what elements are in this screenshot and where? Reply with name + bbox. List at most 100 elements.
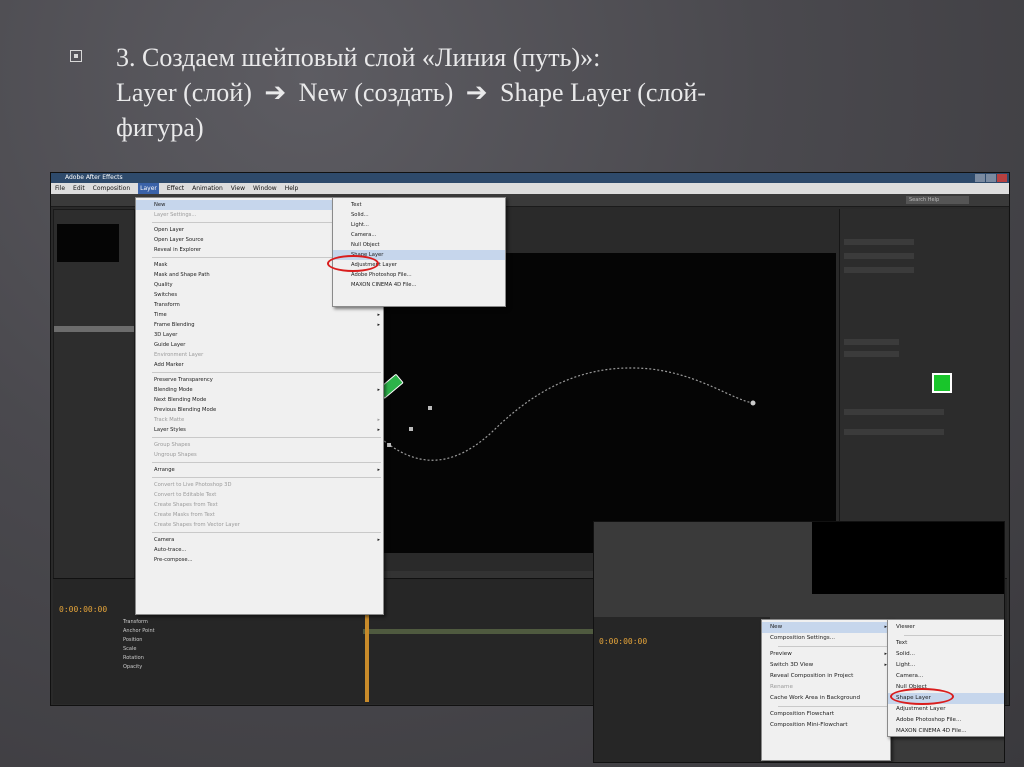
menu-item-track-matte: Track Matte ▸ [136, 415, 383, 425]
menu-item-text[interactable]: Text [888, 638, 1004, 649]
inset-timecode[interactable]: 0:00:00:00 [599, 637, 647, 646]
menu-item-light[interactable]: Light... [888, 660, 1004, 671]
menu-item-label: Next Blending Mode [154, 397, 207, 403]
timeline-property[interactable]: Anchor Point [123, 628, 155, 634]
maximize-icon[interactable] [986, 174, 996, 182]
menu-separator [778, 706, 888, 707]
menu-item-label: Preview [770, 651, 792, 657]
menu-item-viewer[interactable]: Viewer [888, 622, 1004, 633]
window-titlebar: Adobe After Effects [51, 173, 1009, 183]
menu-item-label: New [154, 202, 166, 208]
menu-edit[interactable]: Edit [73, 183, 85, 194]
slide-line-1: 3. Создаем шейповый слой «Линия (путь)»: [116, 43, 601, 72]
timeline-property[interactable]: Rotation [123, 655, 144, 661]
menu-effect[interactable]: Effect [167, 183, 184, 194]
timeline-property[interactable]: Scale [123, 646, 136, 652]
bezier-handle[interactable] [387, 443, 391, 447]
panel-field[interactable] [844, 429, 944, 435]
panel-field[interactable] [844, 239, 914, 245]
menu-item-adjustment-layer[interactable]: Adjustment Layer [888, 704, 1004, 715]
color-swatch[interactable] [932, 373, 952, 393]
slide-line-3: фигура) [116, 113, 204, 142]
minimize-icon[interactable] [975, 174, 985, 182]
menu-item-next-blending-mode[interactable]: Next Blending Mode [136, 395, 383, 405]
menu-item-solid[interactable]: Solid... [333, 210, 505, 220]
submenu-arrow-icon: ▸ [377, 417, 380, 423]
menu-item-maxon-cinema-4d-file[interactable]: MAXON CINEMA 4D File... [888, 726, 1004, 737]
menu-item-label: Create Masks from Text [154, 512, 215, 518]
project-item[interactable] [54, 326, 134, 332]
menu-item-adobe-photoshop-file[interactable]: Adobe Photoshop File... [888, 715, 1004, 726]
menu-item-composition-mini-flowchart[interactable]: Composition Mini-Flowchart [762, 720, 890, 731]
menu-item-label: MAXON CINEMA 4D File... [896, 728, 967, 734]
submenu-arrow-icon: ▸ [377, 537, 380, 543]
menu-item-null-object[interactable]: Null Object [333, 240, 505, 250]
menu-item-create-shapes-from-vector-layer: Create Shapes from Vector Layer [136, 520, 383, 530]
menu-item-time[interactable]: Time ▸ [136, 310, 383, 320]
panel-field[interactable] [844, 409, 944, 415]
menu-item-text[interactable]: Text [333, 200, 505, 210]
path-vertex[interactable] [750, 400, 756, 406]
new-submenu: Text Solid... Light... Camera... Null Object… [332, 197, 506, 307]
menu-item-maxon-cinema-4d-file[interactable]: MAXON CINEMA 4D File... [333, 280, 505, 290]
menu-item-add-marker[interactable]: Add Marker [136, 360, 383, 370]
panel-field[interactable] [844, 253, 914, 259]
timeline-property[interactable]: Transform [123, 619, 148, 625]
menu-item-pre-compose[interactable]: Pre-compose... [136, 555, 383, 565]
search-help-input[interactable]: Search Help [906, 196, 969, 204]
menu-item-label: Rename [770, 684, 793, 690]
timeline-property[interactable]: Opacity [123, 664, 142, 670]
menu-item-label: Null Object [351, 242, 380, 248]
menu-bar: File Edit Composition Layer Effect Animation V… [51, 183, 1009, 194]
stroke-field[interactable] [844, 351, 899, 357]
menu-item-3d-layer[interactable]: 3D Layer [136, 330, 383, 340]
menu-item-composition-settings[interactable]: Composition Settings... [762, 633, 890, 644]
menu-item-blending-mode[interactable]: Blending Mode ▸ [136, 385, 383, 395]
menu-item-previous-blending-mode[interactable]: Previous Blending Mode [136, 405, 383, 415]
menu-separator [904, 635, 1002, 636]
menu-item-light[interactable]: Light... [333, 220, 505, 230]
menu-item-label: Reveal Composition in Project [770, 673, 854, 679]
menu-help[interactable]: Help [285, 183, 299, 194]
timeline-property[interactable]: Position [123, 637, 142, 643]
project-item[interactable] [54, 318, 134, 324]
menu-item-reveal-composition-in-project[interactable]: Reveal Composition in Project [762, 671, 890, 682]
playhead[interactable] [365, 607, 369, 702]
menu-item-arrange[interactable]: Arrange ▸ [136, 465, 383, 475]
menu-view[interactable]: View [231, 183, 245, 194]
menu-item-label: Composition Settings... [770, 635, 835, 641]
menu-item-switch-3d-view[interactable]: Switch 3D View ▸ [762, 660, 890, 671]
menu-item-label: Open Layer [154, 227, 184, 233]
menu-item-label: Guide Layer [154, 342, 186, 348]
menu-item-label: New [770, 624, 783, 630]
menu-item-label: Adjustment Layer [896, 706, 946, 712]
fill-field[interactable] [844, 339, 899, 345]
menu-item-preview[interactable]: Preview ▸ [762, 649, 890, 660]
menu-item-camera[interactable]: Camera... [888, 671, 1004, 682]
menu-composition[interactable]: Composition [93, 183, 130, 194]
menu-animation[interactable]: Animation [192, 183, 223, 194]
menu-item-guide-layer[interactable]: Guide Layer [136, 340, 383, 350]
menu-item-cache-work-area-in-background[interactable]: Cache Work Area in Background [762, 693, 890, 704]
menu-item-solid[interactable]: Solid... [888, 649, 1004, 660]
menu-window[interactable]: Window [253, 183, 277, 194]
menu-item-label: Cache Work Area in Background [770, 695, 861, 701]
bezier-handle[interactable] [409, 427, 413, 431]
menu-layer[interactable]: Layer [138, 183, 159, 194]
bezier-handle[interactable] [428, 406, 432, 410]
menu-item-auto-trace[interactable]: Auto-trace... [136, 545, 383, 555]
menu-separator [152, 462, 381, 463]
menu-item-composition-flowchart[interactable]: Composition Flowchart [762, 709, 890, 720]
panel-field[interactable] [844, 267, 914, 273]
menu-item-camera[interactable]: Camera... [333, 230, 505, 240]
menu-item-label: Pre-compose... [154, 557, 193, 563]
timecode[interactable]: 0:00:00:00 [59, 605, 107, 614]
close-icon[interactable] [997, 174, 1007, 182]
menu-item-preserve-transparency[interactable]: Preserve Transparency [136, 375, 383, 385]
menu-item-camera[interactable]: Camera ▸ [136, 535, 383, 545]
menu-file[interactable]: File [55, 183, 65, 194]
menu-item-layer-styles[interactable]: Layer Styles ▸ [136, 425, 383, 435]
menu-item-frame-blending[interactable]: Frame Blending ▸ [136, 320, 383, 330]
menu-item-new[interactable]: New▸ [762, 622, 890, 633]
project-thumbnail [57, 224, 119, 262]
